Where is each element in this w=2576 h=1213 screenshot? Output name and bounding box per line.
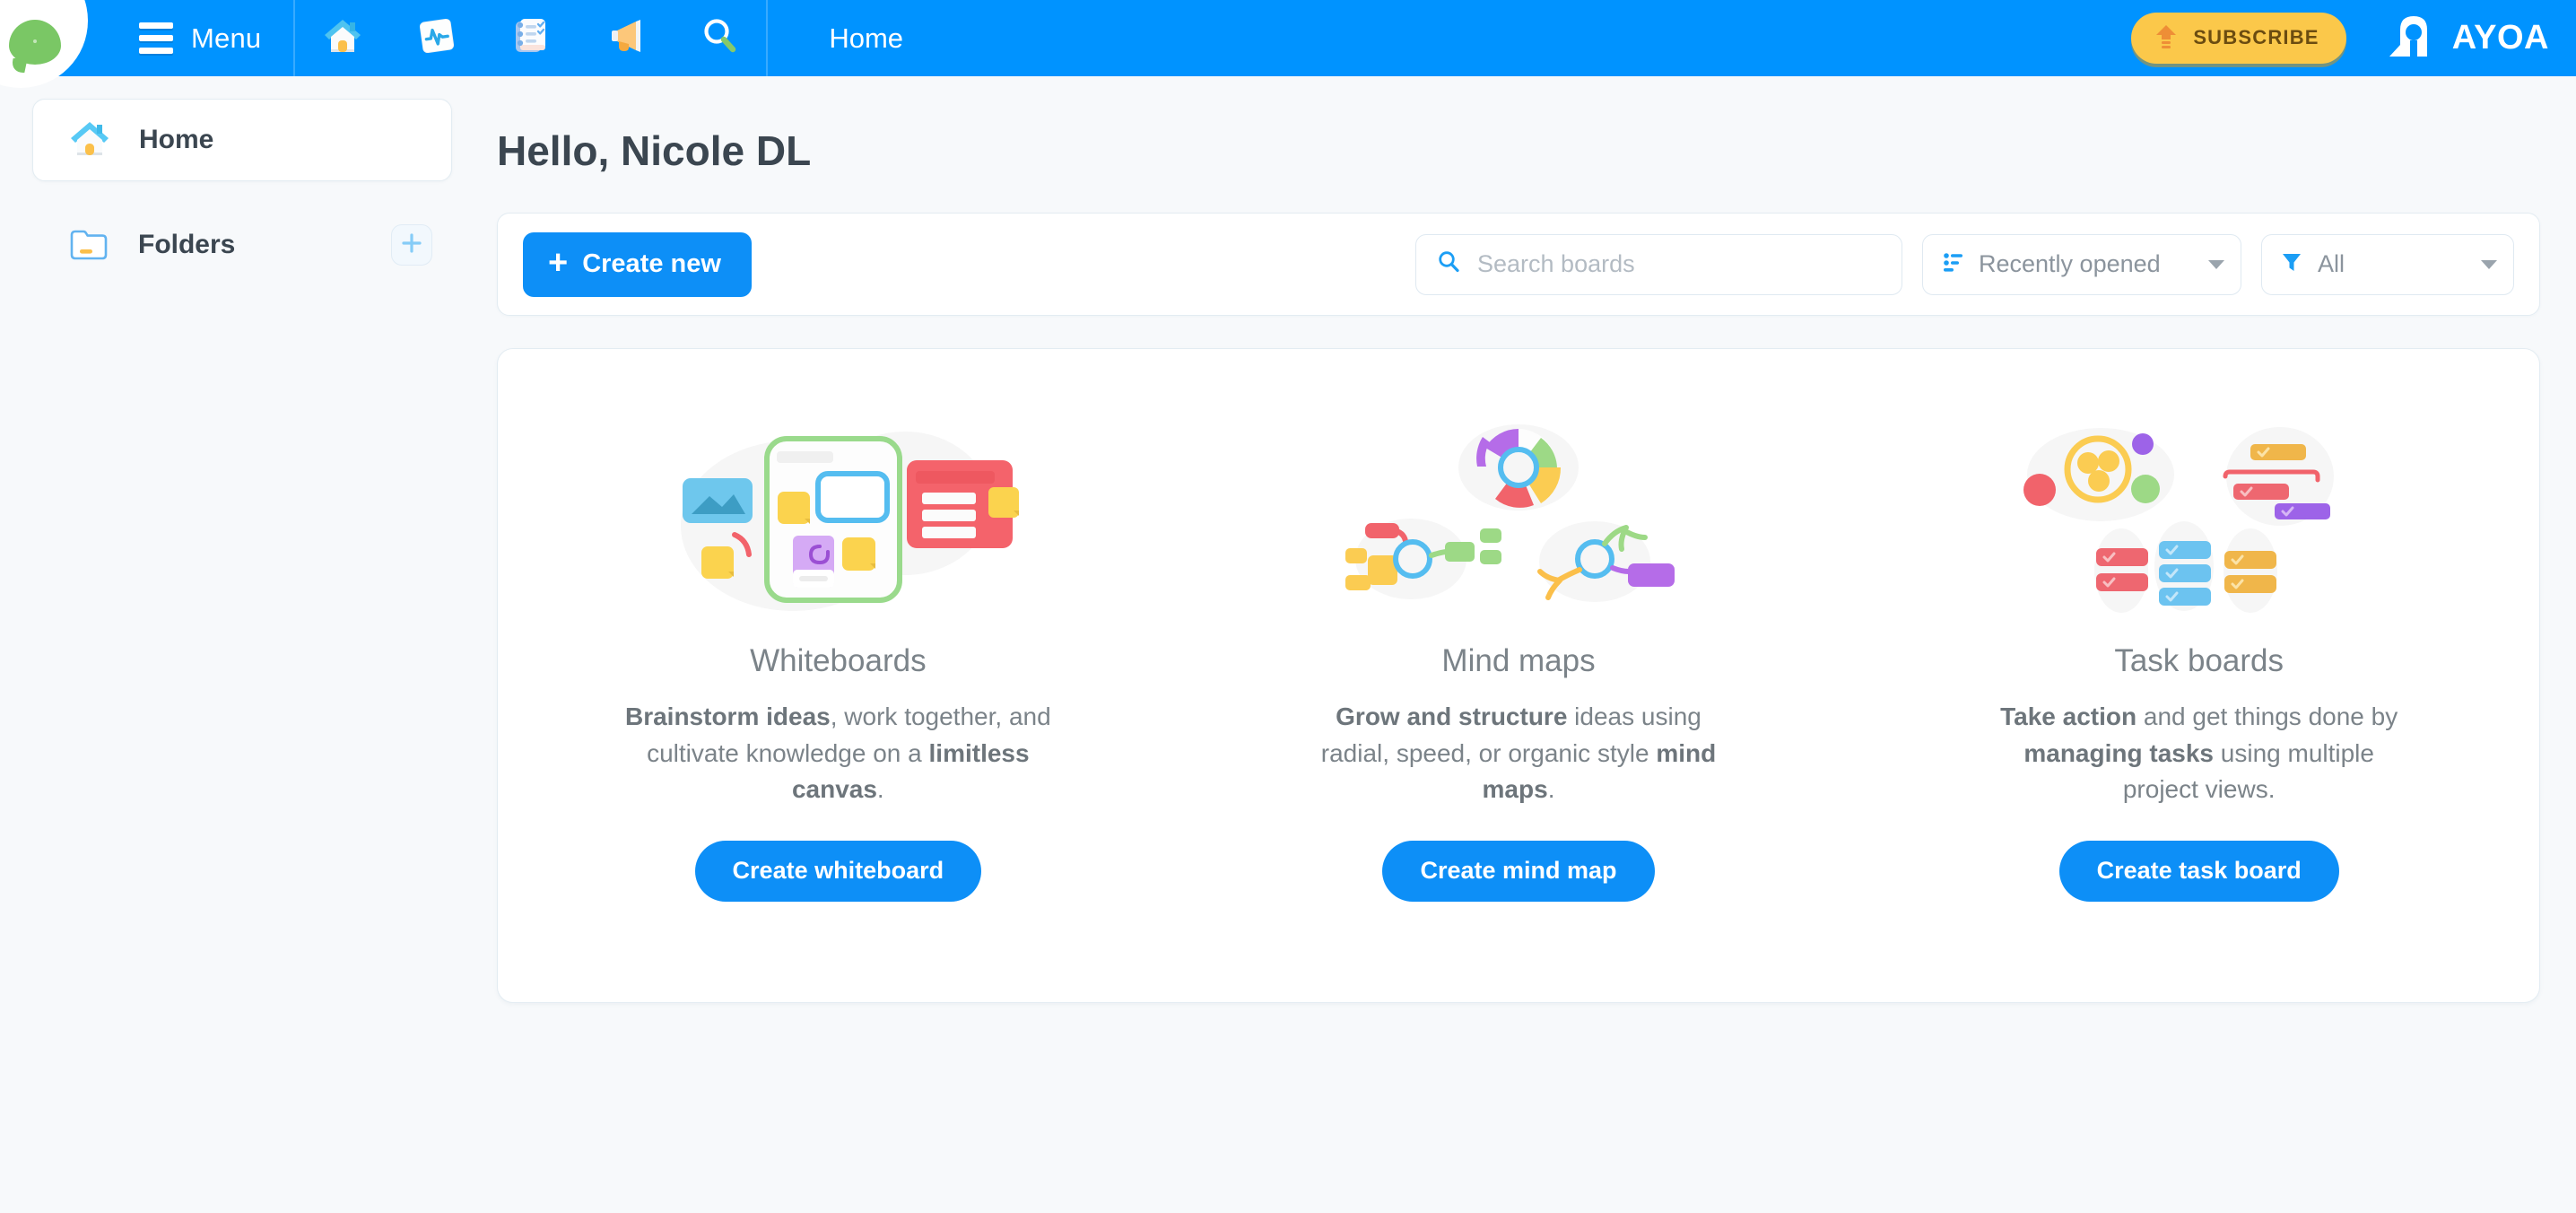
create-mindmap-button[interactable]: Create mind map <box>1382 840 1655 902</box>
sidebar-item-folders[interactable]: Folders <box>32 204 452 286</box>
plus-icon: + <box>548 244 569 282</box>
create-new-label: Create new <box>582 249 721 278</box>
sidebar-item-label-folders: Folders <box>138 230 236 259</box>
create-taskboard-button[interactable]: Create task board <box>2058 840 2339 902</box>
feature-title-whiteboards: Whiteboards <box>750 643 927 678</box>
boards-toolbar: + Create new Search boards Recently open… <box>497 213 2540 316</box>
activity-pulse-icon <box>413 13 460 64</box>
taskboards-illustration <box>2006 405 2392 629</box>
search-boards-box[interactable] <box>1415 233 1902 295</box>
plus-icon <box>400 231 423 259</box>
megaphone-icon <box>602 13 648 64</box>
breadcrumb: Home <box>829 22 904 54</box>
sort-dropdown-label: Recently opened <box>1979 250 2161 277</box>
subscribe-button[interactable]: SUBSCRIBE <box>2131 13 2346 64</box>
create-board-panel: Whiteboards Brainstorm ideas, work toget… <box>497 348 2540 1003</box>
app-logo-badge[interactable] <box>0 0 88 88</box>
main-content: Hello, Nicole DL + Create new Search boa… <box>484 76 2576 1213</box>
feature-desc-mindmaps: Grow and structure ideas using radial, s… <box>1320 702 1717 804</box>
ayoa-wordmark: AYOA <box>2451 19 2549 57</box>
menu-button[interactable]: Menu <box>139 0 293 76</box>
feature-mindmaps: Mind maps Grow and structure ideas using… <box>1179 349 1859 1002</box>
header-nav-icons <box>295 0 766 76</box>
upload-arrow-icon <box>2154 23 2178 51</box>
chevron-down-icon <box>2481 259 2497 269</box>
ayoa-mark-icon <box>2388 13 2440 63</box>
sidebar-item-home[interactable]: Home <box>32 99 452 181</box>
magnifier-icon <box>1436 249 1461 279</box>
sort-icon <box>1941 250 1964 278</box>
mindmaps-illustration <box>1326 405 1711 629</box>
house-icon <box>65 114 114 167</box>
nav-announcements-button[interactable] <box>578 0 672 76</box>
feature-title-mindmaps: Mind maps <box>1441 643 1596 678</box>
top-header-bar: Menu Home SUBSCRIBE AYOA <box>0 0 2576 88</box>
left-sidebar: Home Folders <box>0 76 484 1213</box>
filter-dropdown[interactable]: All <box>2261 233 2514 295</box>
search-input[interactable] <box>1477 250 1882 278</box>
create-new-button[interactable]: + Create new <box>523 231 752 297</box>
sidebar-item-label-home: Home <box>139 125 214 154</box>
subscribe-label: SUBSCRIBE <box>2193 25 2319 48</box>
feature-whiteboards: Whiteboards Brainstorm ideas, work toget… <box>498 349 1179 1002</box>
page-title: Hello, Nicole DL <box>497 127 812 174</box>
feature-title-taskboards: Task boards <box>2114 643 2284 678</box>
header-right-group: SUBSCRIBE AYOA <box>2131 0 2549 76</box>
feature-desc-taskboards: Take action and get things done by manag… <box>2000 702 2398 804</box>
nav-home-button[interactable] <box>295 0 389 76</box>
folder-icon <box>65 219 113 272</box>
task-list-icon <box>508 13 554 64</box>
feature-taskboards: Task boards Take action and get things d… <box>1858 349 2539 1002</box>
ayoa-brand-logo[interactable]: AYOA <box>2388 13 2549 63</box>
nav-activity-button[interactable] <box>389 0 483 76</box>
filter-dropdown-label: All <box>2318 250 2345 277</box>
chat-bubble-icon <box>9 20 61 65</box>
home-icon <box>319 13 366 64</box>
hamburger-menu-icon <box>139 22 173 54</box>
chevron-down-icon <box>2208 259 2224 269</box>
add-folder-button[interactable] <box>391 224 432 266</box>
sort-dropdown[interactable]: Recently opened <box>1922 233 2241 295</box>
search-icon <box>696 13 743 64</box>
menu-label: Menu <box>191 22 262 54</box>
funnel-icon <box>2280 250 2303 278</box>
nav-search-button[interactable] <box>672 0 766 76</box>
feature-desc-whiteboards: Brainstorm ideas, work together, and cul… <box>624 702 1051 804</box>
header-divider-right <box>766 0 769 76</box>
whiteboards-illustration <box>645 405 1031 629</box>
create-whiteboard-button[interactable]: Create whiteboard <box>694 840 982 902</box>
nav-tasks-button[interactable] <box>483 0 578 76</box>
